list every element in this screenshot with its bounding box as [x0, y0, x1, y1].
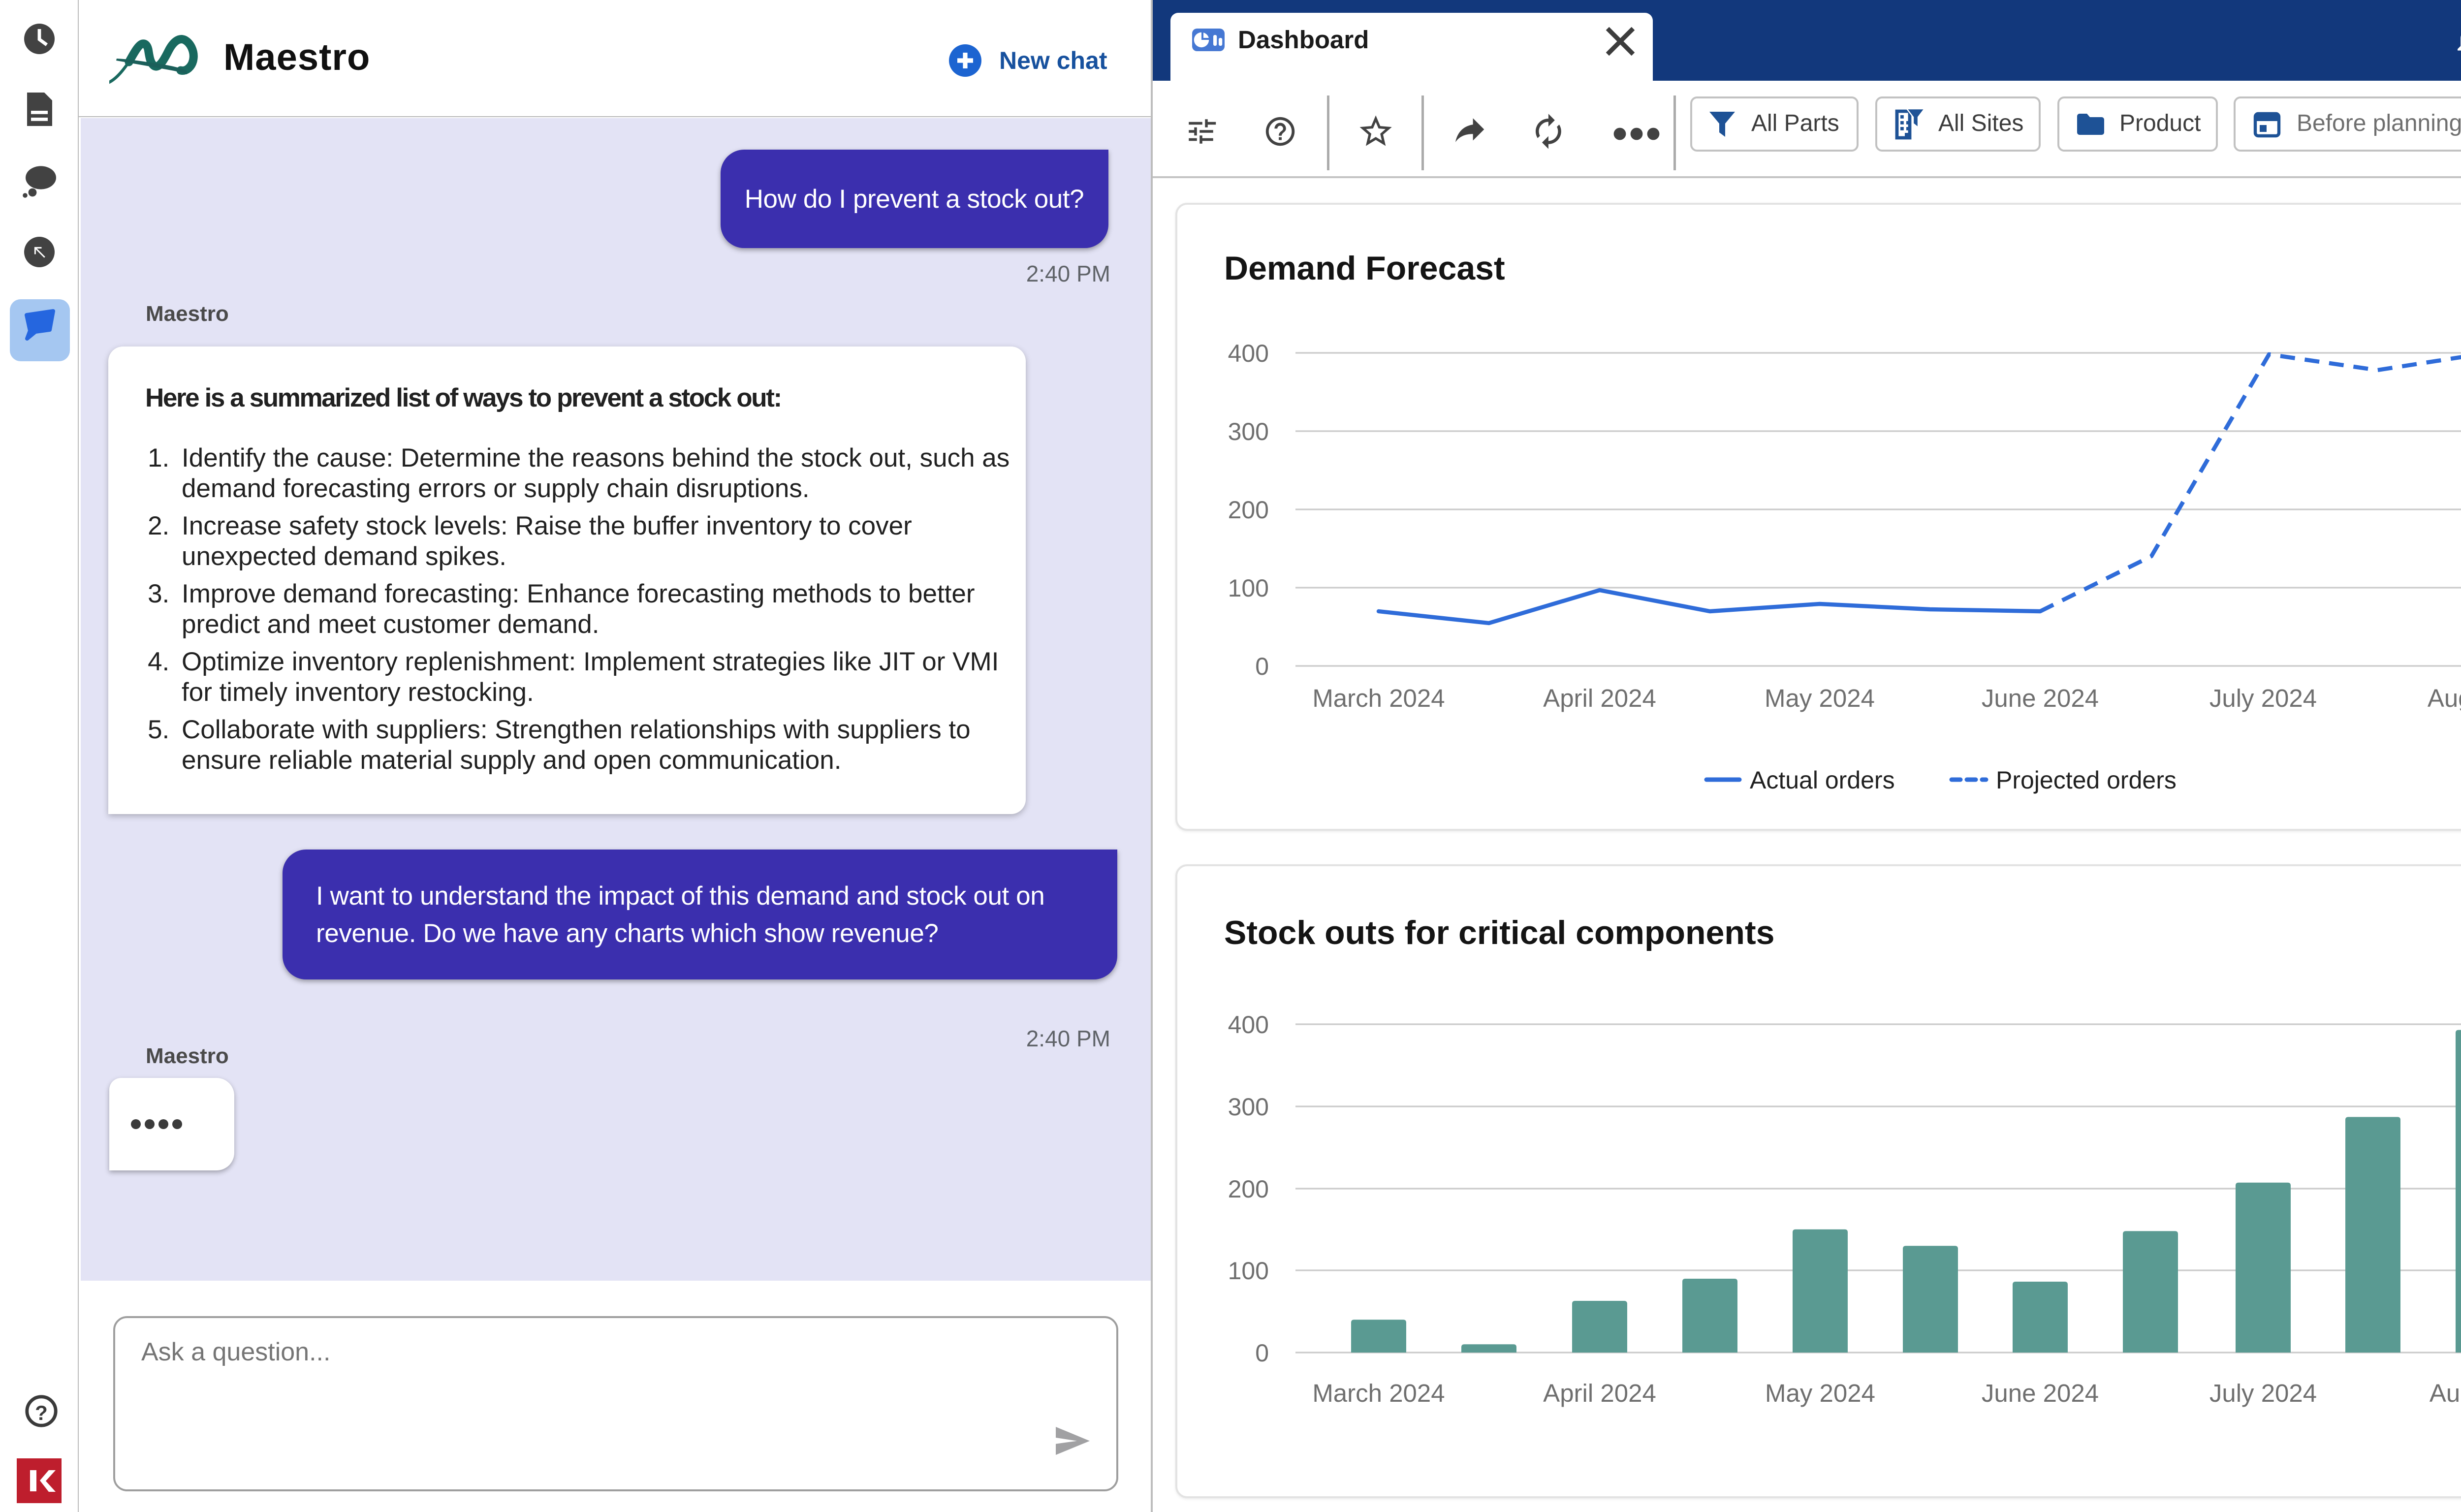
svg-text:100: 100	[1228, 574, 1268, 601]
svg-text:300: 300	[1228, 417, 1268, 445]
svg-text:Stock outs for critical compon: Stock outs for critical components	[1224, 914, 1774, 951]
svg-text:June 2024: June 2024	[1981, 684, 2098, 712]
svg-text:400: 400	[1228, 339, 1268, 367]
svg-text:300: 300	[1228, 1093, 1268, 1120]
svg-text:0: 0	[1255, 652, 1268, 680]
svg-text:?: ?	[35, 1401, 48, 1424]
svg-text:Demand Forecast: Demand Forecast	[1224, 249, 1505, 286]
svg-text:0: 0	[1255, 1339, 1268, 1366]
svg-text:May 2024: May 2024	[1764, 684, 1874, 712]
svg-text:July 2024: July 2024	[2209, 1379, 2316, 1407]
svg-text:March 2024: March 2024	[1312, 1379, 1444, 1407]
svg-text:400: 400	[1228, 1010, 1268, 1038]
svg-text:June 2024: June 2024	[1981, 1379, 2098, 1407]
svg-text:April 2024: April 2024	[1543, 684, 1656, 712]
svg-text:Aug 2024: Aug 2024	[2427, 684, 2461, 712]
svg-text:200: 200	[1228, 1175, 1268, 1202]
svg-text:March 2024: March 2024	[1312, 684, 1444, 712]
svg-text:Actual orders: Actual orders	[1749, 766, 1894, 793]
svg-text:July 2024: July 2024	[2209, 684, 2316, 712]
svg-text:200: 200	[1228, 496, 1268, 523]
svg-text:May 2024: May 2024	[1765, 1379, 1875, 1407]
svg-text:Projected orders: Projected orders	[1995, 766, 2176, 793]
svg-text:100: 100	[1228, 1257, 1268, 1284]
svg-text:Aug 2024: Aug 2024	[2429, 1379, 2461, 1407]
svg-text:April 2024: April 2024	[1543, 1379, 1656, 1407]
